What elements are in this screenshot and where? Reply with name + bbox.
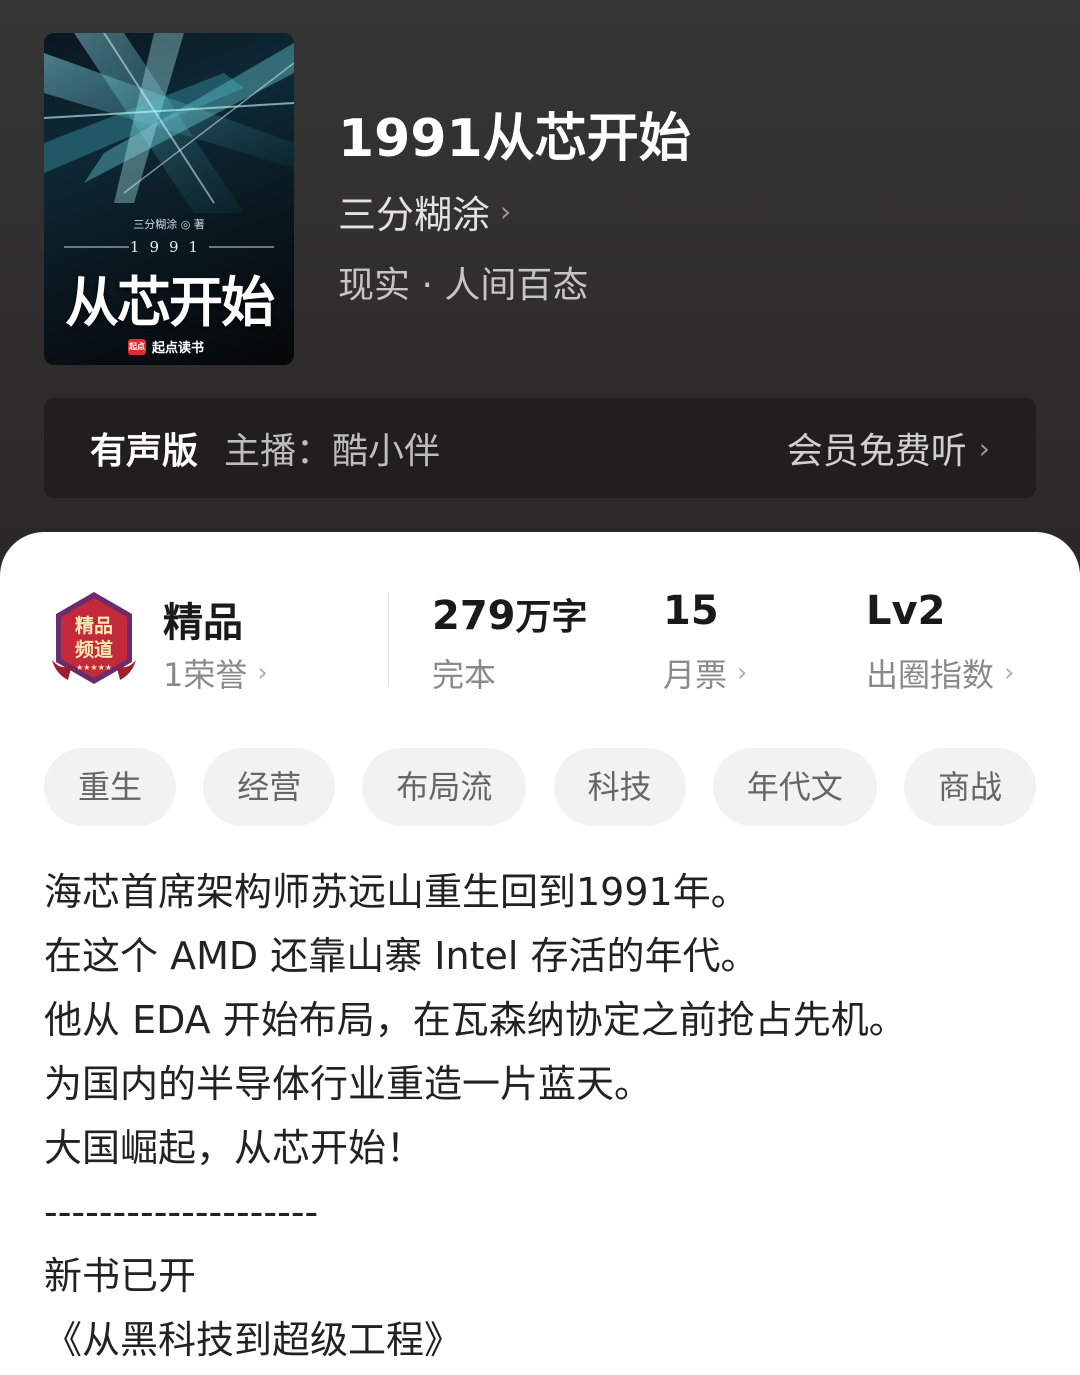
tag-chip[interactable]: 年代文: [712, 748, 877, 826]
description-line: 他从 EDA 开始布局，在瓦森纳协定之前抢占先机。: [44, 998, 907, 1042]
influence-index-label: 出圈指数: [866, 656, 995, 694]
quality-title: 精品: [163, 600, 243, 646]
publisher-name: 起点读书: [152, 341, 205, 356]
description-line: 《从黑科技到超级工程》: [44, 1318, 463, 1362]
author-name: 三分糊涂: [338, 193, 491, 237]
tag-chip[interactable]: 经营: [203, 748, 336, 826]
book-title: 1991从芯开始: [338, 109, 691, 169]
description-line: 大国崛起，从芯开始！: [44, 1126, 425, 1170]
tag-chip[interactable]: 布局流: [362, 748, 527, 826]
description-line: 新书已开: [44, 1254, 197, 1298]
cover-title: 从芯开始: [65, 270, 275, 334]
tag-list: 重生 经营 布局流 科技 年代文 商战: [44, 748, 1036, 826]
chevron-right-icon: ›: [978, 431, 990, 465]
chevron-right-icon: ›: [500, 195, 512, 228]
author-link[interactable]: 三分糊涂 ›: [338, 184, 511, 239]
audiobook-host: 主播：酷小伴: [224, 431, 441, 472]
chevron-right-icon: ›: [1004, 658, 1015, 688]
influence-index-link[interactable]: 出圈指数 ›: [866, 650, 1014, 696]
description-line: 海芯首席架构师苏远山重生回到1991年。: [44, 870, 749, 914]
monthly-ticket-label: 月票: [663, 656, 728, 694]
stats-divider: [388, 592, 389, 686]
member-free-listen-label: 会员免费听: [786, 431, 967, 472]
word-count-unit: 万字: [515, 597, 588, 638]
chevron-right-icon: ›: [737, 658, 748, 688]
audiobook-bar[interactable]: 有声版 主播：酷小伴 会员免费听 ›: [44, 398, 1036, 498]
description-separator: --------------------: [44, 1190, 319, 1234]
badge-stars-icon: ★★★★★: [76, 663, 112, 672]
description-line: 为国内的半导体行业重造一片蓝天。: [44, 1062, 653, 1106]
cover-year: 1991: [129, 238, 209, 256]
word-count: 279万字: [432, 588, 588, 640]
audiobook-label: 有声版: [90, 431, 199, 472]
completion-status-label: 完本: [432, 656, 497, 694]
completion-status: 完本: [432, 650, 496, 696]
word-count-value: 279: [432, 593, 516, 639]
honor-link[interactable]: 1荣誉 ›: [163, 650, 268, 696]
member-free-listen-button[interactable]: 会员免费听 ›: [787, 422, 990, 474]
influence-level-value: Lv2: [866, 588, 946, 634]
monthly-ticket-value: 15: [663, 588, 719, 634]
cover-author: 三分糊涂 ◎ 著: [133, 218, 205, 231]
publisher-logo-icon: 起点: [128, 338, 146, 355]
badge-text-1: 精品: [75, 614, 113, 637]
tag-chip[interactable]: 科技: [553, 748, 686, 826]
badge-text-2: 频道: [75, 638, 113, 661]
book-cover[interactable]: 三分糊涂 ◎ 著 1991 从芯开始 起点 起点读书: [44, 33, 294, 365]
genre-label: 现实 · 人间百态: [338, 265, 589, 306]
monthly-ticket-link[interactable]: 月票 ›: [663, 650, 747, 696]
tag-chip[interactable]: 商战: [903, 748, 1036, 826]
tag-chip[interactable]: 重生: [44, 748, 177, 826]
description-line: 在这个 AMD 还靠山寨 Intel 存活的年代。: [44, 934, 759, 978]
cover-publisher: 起点 起点读书: [128, 337, 204, 356]
honor-count: 1荣誉: [163, 656, 248, 694]
premium-channel-badge-icon[interactable]: 精品 频道 ★★★★★: [48, 590, 140, 686]
chevron-right-icon: ›: [257, 658, 268, 688]
book-description[interactable]: 海芯首席架构师苏远山重生回到1991年。 在这个 AMD 还靠山寨 Intel …: [44, 860, 1044, 1372]
